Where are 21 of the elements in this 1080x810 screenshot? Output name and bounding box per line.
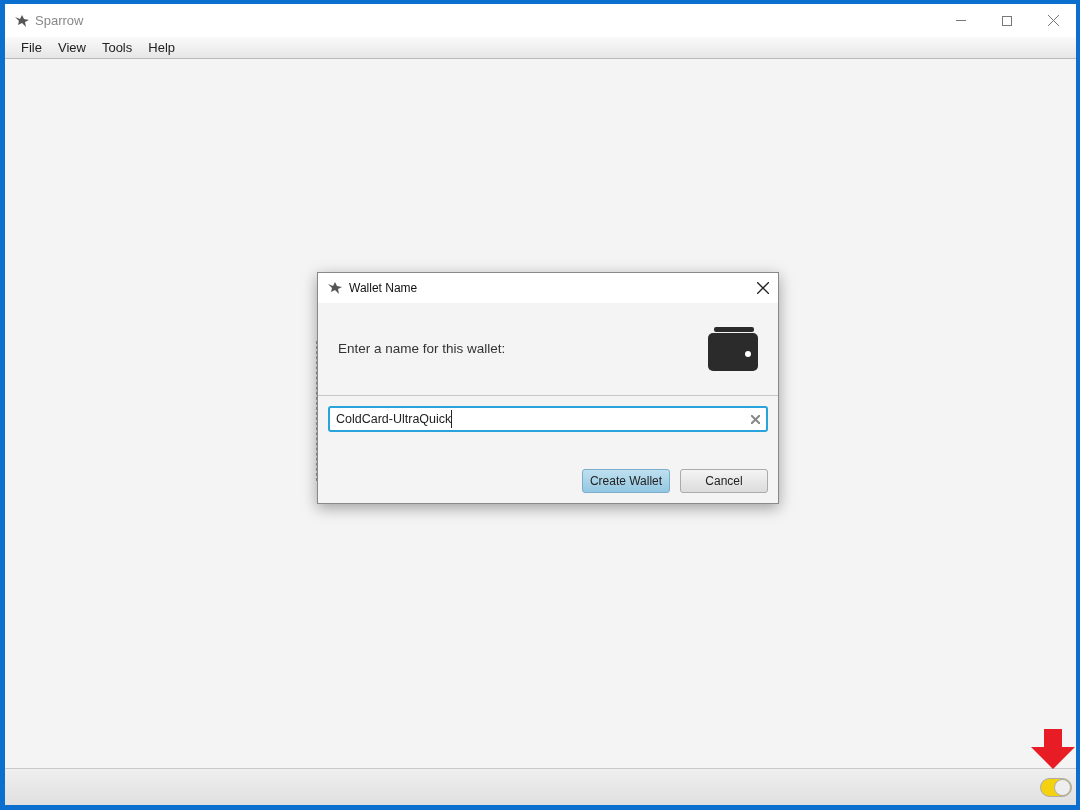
clear-icon[interactable] (751, 414, 760, 424)
cancel-button[interactable]: Cancel (680, 469, 768, 493)
toggle-thumb (1054, 779, 1071, 796)
wallet-icon (708, 327, 758, 371)
arrow-icon (1031, 729, 1075, 769)
menu-item[interactable]: Help (141, 37, 182, 58)
field-value: ColdCard-UltraQuick (336, 409, 453, 429)
menu-item[interactable]: View (50, 37, 93, 58)
close-icon (1047, 15, 1059, 26)
close-button[interactable] (756, 281, 770, 295)
menu-item[interactable]: File (14, 37, 49, 58)
create-wallet-button[interactable]: Create Wallet (582, 469, 670, 493)
dialog-title: Wallet Name (349, 280, 418, 297)
menu-item[interactable]: Tools (94, 37, 140, 58)
wallet-name-field[interactable]: ColdCard-UltraQuick (328, 406, 768, 432)
toggle-switch[interactable] (1040, 778, 1072, 797)
prompt-text: Enter a name for this wallet: (338, 339, 506, 358)
minimize-icon (956, 20, 966, 21)
window-title: Sparrow (35, 11, 84, 30)
close-icon (757, 282, 769, 294)
maximize-icon (1002, 15, 1012, 26)
